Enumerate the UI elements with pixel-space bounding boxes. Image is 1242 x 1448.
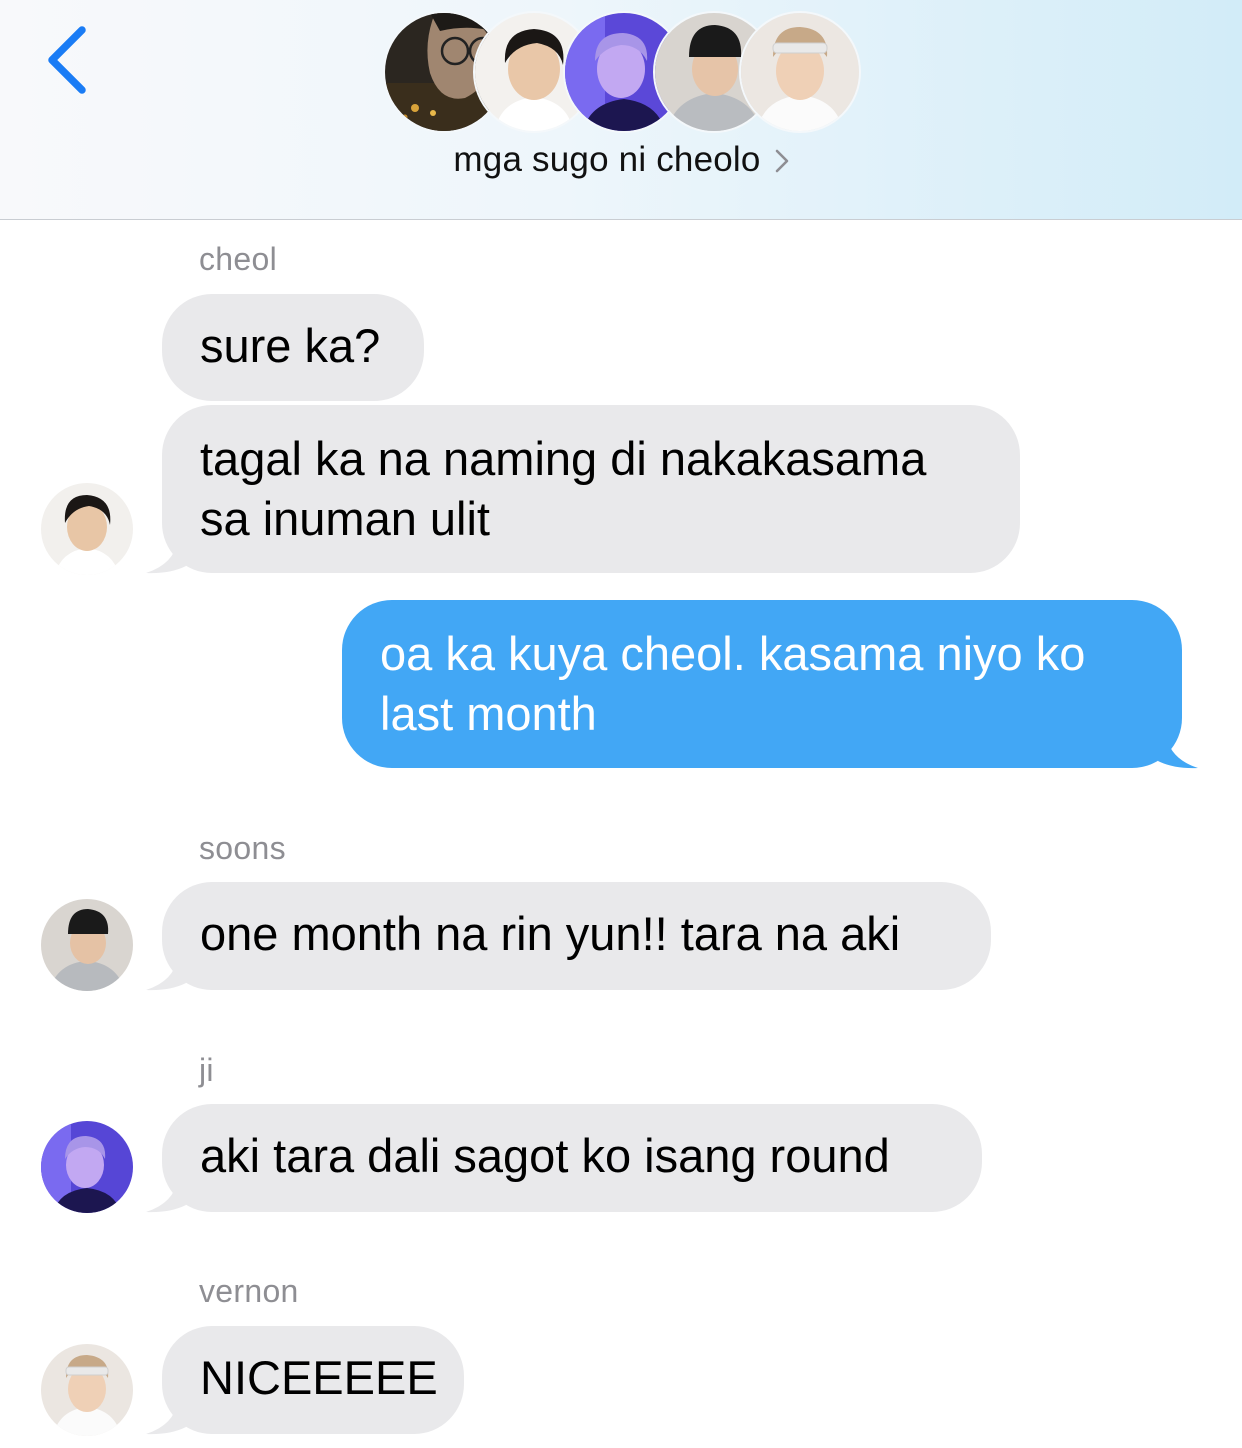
chevron-left-icon bbox=[48, 26, 86, 94]
message-bubble[interactable]: aki tara dali sagot ko isang round bbox=[146, 1104, 982, 1213]
message-text: oa ka kuya cheol. kasama niyo ko last mo… bbox=[380, 627, 1086, 740]
message-bubble[interactable]: NICEEEEE bbox=[146, 1326, 464, 1435]
avatar-ji[interactable] bbox=[41, 1121, 133, 1213]
message-text: sure ka? bbox=[200, 319, 381, 372]
avatar-soons[interactable] bbox=[41, 899, 133, 991]
sender-name-cheol: cheol bbox=[199, 241, 277, 277]
message-bubble[interactable]: one month na rin yun!! tara na aki bbox=[146, 882, 991, 991]
message-text: NICEEEEE bbox=[200, 1351, 438, 1404]
conversation-header: mga sugo ni cheolo bbox=[0, 0, 1242, 220]
back-button[interactable] bbox=[36, 22, 106, 98]
bubble-tail-icon bbox=[146, 1179, 186, 1213]
sender-name-ji: ji bbox=[199, 1052, 214, 1088]
message-bubble-outgoing[interactable]: oa ka kuya cheol. kasama niyo ko last mo… bbox=[342, 600, 1198, 769]
chat-screen: mga sugo ni cheolo cheol sure ka? tagal … bbox=[0, 0, 1242, 1448]
group-avatar-stack[interactable] bbox=[383, 11, 861, 133]
member-avatar-5 bbox=[739, 11, 861, 133]
message-bubble[interactable]: tagal ka na naming di nakakasama sa inum… bbox=[146, 405, 1020, 574]
avatar-vernon[interactable] bbox=[41, 1344, 133, 1436]
group-name: mga sugo ni cheolo bbox=[453, 140, 761, 179]
bubble-tail-icon bbox=[146, 957, 186, 991]
bubble-tail-icon bbox=[146, 1401, 186, 1435]
avatar-cheol[interactable] bbox=[41, 483, 133, 575]
message-bubble[interactable]: sure ka? bbox=[162, 294, 424, 401]
message-text: one month na rin yun!! tara na aki bbox=[200, 907, 901, 960]
message-text: aki tara dali sagot ko isang round bbox=[200, 1129, 890, 1182]
group-name-row[interactable]: mga sugo ni cheolo bbox=[0, 140, 1242, 180]
chevron-right-icon bbox=[775, 149, 789, 178]
bubble-tail-icon bbox=[1158, 735, 1198, 769]
sender-name-vernon: vernon bbox=[199, 1273, 299, 1309]
sender-name-soons: soons bbox=[199, 830, 286, 866]
bubble-tail-icon bbox=[146, 540, 186, 574]
message-text: tagal ka na naming di nakakasama sa inum… bbox=[200, 432, 927, 545]
